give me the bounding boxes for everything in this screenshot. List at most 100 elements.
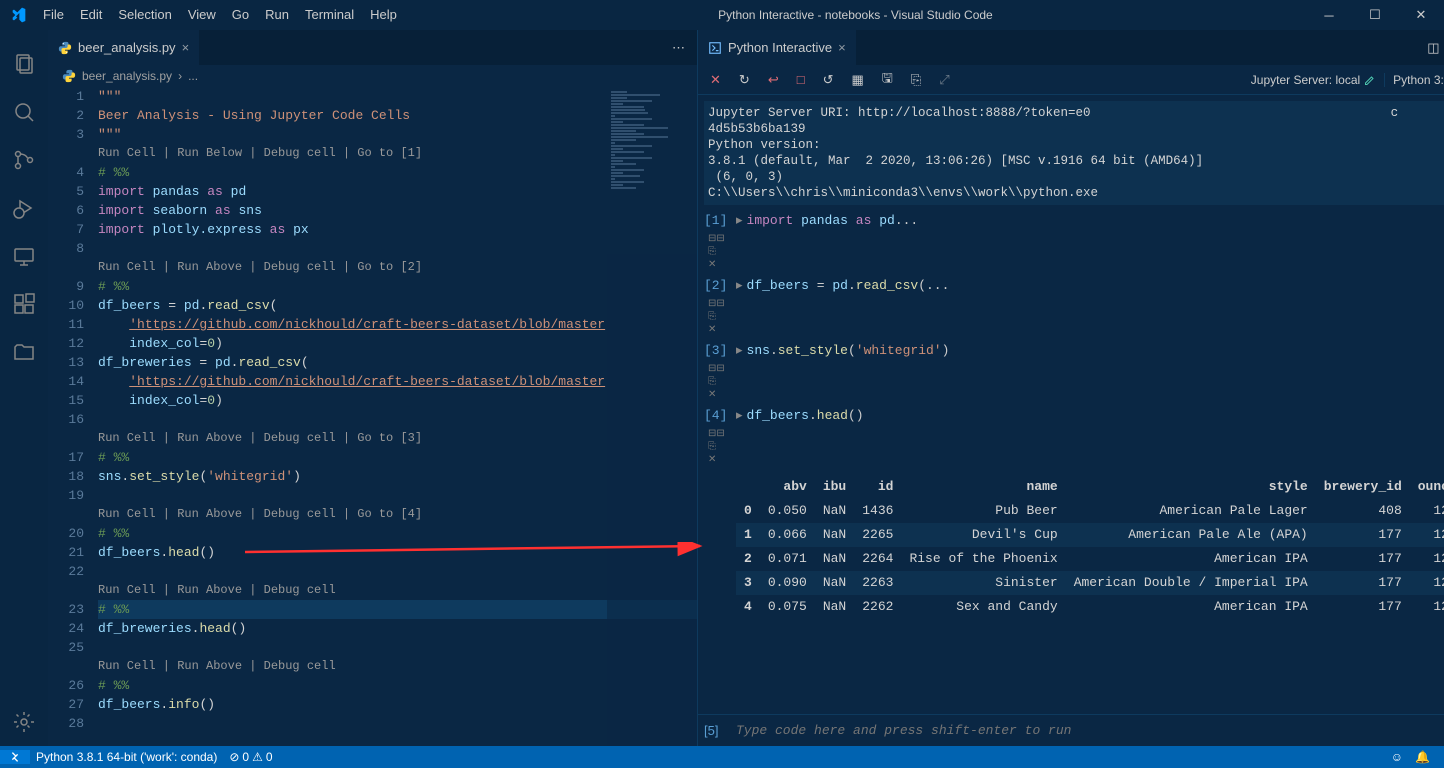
vscode-icon (0, 7, 35, 23)
table-cell: 2263 (854, 571, 901, 595)
expand-icon[interactable]: ⤢ (939, 72, 949, 88)
problems-status[interactable]: ⊘0 ⚠0 (223, 750, 278, 764)
table-cell: 177 (1316, 523, 1410, 547)
rerun-icon[interactable]: ↺ (823, 72, 834, 88)
cell-prompt: [4] (704, 408, 736, 424)
copy-cell-icon[interactable]: ⎘ (708, 311, 1444, 324)
save-icon[interactable]: 🖫 (882, 69, 893, 91)
scm-icon[interactable] (0, 136, 48, 184)
goto-code-icon[interactable]: ⊟⊟ (708, 363, 1444, 376)
table-cell: American Double / Imperial IPA (1066, 571, 1316, 595)
window-title: Python Interactive - notebooks - Visual … (405, 8, 1306, 22)
interactive-body[interactable]: Jupyter Server URI: http://localhost:888… (698, 95, 1444, 714)
table-cell: Rise of the Phoenix (901, 547, 1065, 571)
copy-cell-icon[interactable]: ⎘ (708, 441, 1444, 454)
table-row: 30.090NaN2263SinisterAmerican Double / I… (736, 571, 1444, 595)
kernel-status[interactable]: Python 3: Idle (1384, 73, 1444, 87)
delete-cell-icon[interactable]: ✕ (708, 389, 1444, 402)
line-gutter: 1234567891011121314151617181920212223242… (48, 87, 98, 746)
jupyter-server-status[interactable]: Jupyter Server: local (1251, 73, 1376, 87)
tab-python-interactive[interactable]: Python Interactive × (698, 30, 857, 65)
table-cell: 12.0 (1410, 571, 1444, 595)
files-icon[interactable] (0, 328, 48, 376)
collapse-icon[interactable]: ▸ (736, 278, 743, 294)
close-button[interactable]: ✕ (1398, 0, 1444, 30)
variables-icon[interactable]: ▦ (851, 72, 863, 88)
remote-status[interactable] (0, 750, 30, 764)
cancel-icon[interactable]: ✕ (710, 72, 721, 88)
table-cell: 0.071 (760, 547, 815, 571)
minimap[interactable] (607, 87, 697, 746)
table-cell: Sinister (901, 571, 1065, 595)
table-header (736, 475, 760, 499)
tab-close-icon[interactable]: × (838, 40, 846, 55)
feedback-icon[interactable]: ☺ (1385, 750, 1409, 764)
interactive-input: [5] (698, 714, 1444, 746)
code-input[interactable] (736, 723, 1444, 738)
extensions-icon[interactable] (0, 280, 48, 328)
titlebar: File Edit Selection View Go Run Terminal… (0, 0, 1444, 30)
collapse-icon[interactable]: ▸ (736, 213, 743, 229)
search-icon[interactable] (0, 88, 48, 136)
table-cell: 177 (1316, 595, 1410, 619)
restart-icon[interactable]: ↻ (739, 72, 750, 88)
cell-code: sns.set_style('whitegrid') (747, 343, 1444, 359)
menu-file[interactable]: File (35, 0, 72, 30)
menu-edit[interactable]: Edit (72, 0, 110, 30)
table-cell: Pub Beer (901, 499, 1065, 523)
maximize-button[interactable]: ☐ (1352, 0, 1398, 30)
tab-filename: beer_analysis.py (78, 40, 176, 55)
python-interpreter[interactable]: Python 3.8.1 64-bit ('work': conda) (30, 750, 223, 764)
editor-more-icon[interactable]: ⋯ (672, 40, 685, 56)
cell-prompt: [3] (704, 343, 736, 359)
menu-selection[interactable]: Selection (110, 0, 179, 30)
collapse-icon[interactable]: ▸ (736, 408, 743, 424)
copy-cell-icon[interactable]: ⎘ (708, 246, 1444, 259)
table-cell: NaN (815, 595, 854, 619)
table-header: style (1066, 475, 1316, 499)
delete-cell-icon[interactable]: ✕ (708, 259, 1444, 272)
tab-close-icon[interactable]: × (182, 40, 190, 55)
table-cell: 0.075 (760, 595, 815, 619)
stop-icon[interactable]: □ (797, 72, 805, 87)
tab-beer-analysis[interactable]: beer_analysis.py × (48, 30, 200, 65)
remote-icon[interactable] (0, 232, 48, 280)
table-cell: 12.0 (1410, 499, 1444, 523)
menu-terminal[interactable]: Terminal (297, 0, 362, 30)
goto-code-icon[interactable]: ⊟⊟ (708, 298, 1444, 311)
delete-cell-icon[interactable]: ✕ (708, 324, 1444, 337)
cell-code: import pandas as pd... (747, 213, 1444, 229)
interactive-cell[interactable]: [2] ▸ df_beers = pd.read_csv(... (704, 278, 1444, 294)
jupyter-info: Jupyter Server URI: http://localhost:888… (704, 101, 1444, 205)
delete-cell-icon[interactable]: ✕ (708, 454, 1444, 467)
explorer-icon[interactable] (0, 40, 48, 88)
python-file-icon (58, 41, 72, 55)
table-cell: American IPA (1066, 547, 1316, 571)
export-icon[interactable]: ⎘ (911, 72, 921, 88)
interrupt-icon[interactable]: ↩ (768, 72, 779, 88)
menu-run[interactable]: Run (257, 0, 297, 30)
settings-icon[interactable] (0, 698, 48, 746)
menu-view[interactable]: View (180, 0, 224, 30)
interactive-cell[interactable]: [3] ▸ sns.set_style('whitegrid') (704, 343, 1444, 359)
minimize-button[interactable]: ─ (1306, 0, 1352, 30)
python-file-icon (62, 69, 76, 83)
notifications-icon[interactable]: 🔔 (1409, 750, 1436, 764)
table-cell: NaN (815, 571, 854, 595)
table-cell: 4 (736, 595, 760, 619)
collapse-icon[interactable]: ▸ (736, 343, 743, 359)
table-cell: 1436 (854, 499, 901, 523)
split-editor-icon[interactable]: ◫ (1427, 40, 1439, 56)
interactive-cell[interactable]: [1] ▸ import pandas as pd... (704, 213, 1444, 229)
menu-help[interactable]: Help (362, 0, 405, 30)
table-cell: 2262 (854, 595, 901, 619)
debug-icon[interactable] (0, 184, 48, 232)
copy-cell-icon[interactable]: ⎘ (708, 376, 1444, 389)
interactive-toolbar: ✕ ↻ ↩ □ ↺ ▦ 🖫 ⎘ ⤢ Jupyter Server: local … (698, 65, 1444, 95)
editor-body[interactable]: 1234567891011121314151617181920212223242… (48, 87, 697, 746)
goto-code-icon[interactable]: ⊟⊟ (708, 233, 1444, 246)
breadcrumb[interactable]: beer_analysis.py › ... (48, 65, 697, 87)
goto-code-icon[interactable]: ⊟⊟ (708, 428, 1444, 441)
interactive-cell[interactable]: [4] ▸ df_beers.head() (704, 408, 1444, 424)
menu-go[interactable]: Go (224, 0, 257, 30)
